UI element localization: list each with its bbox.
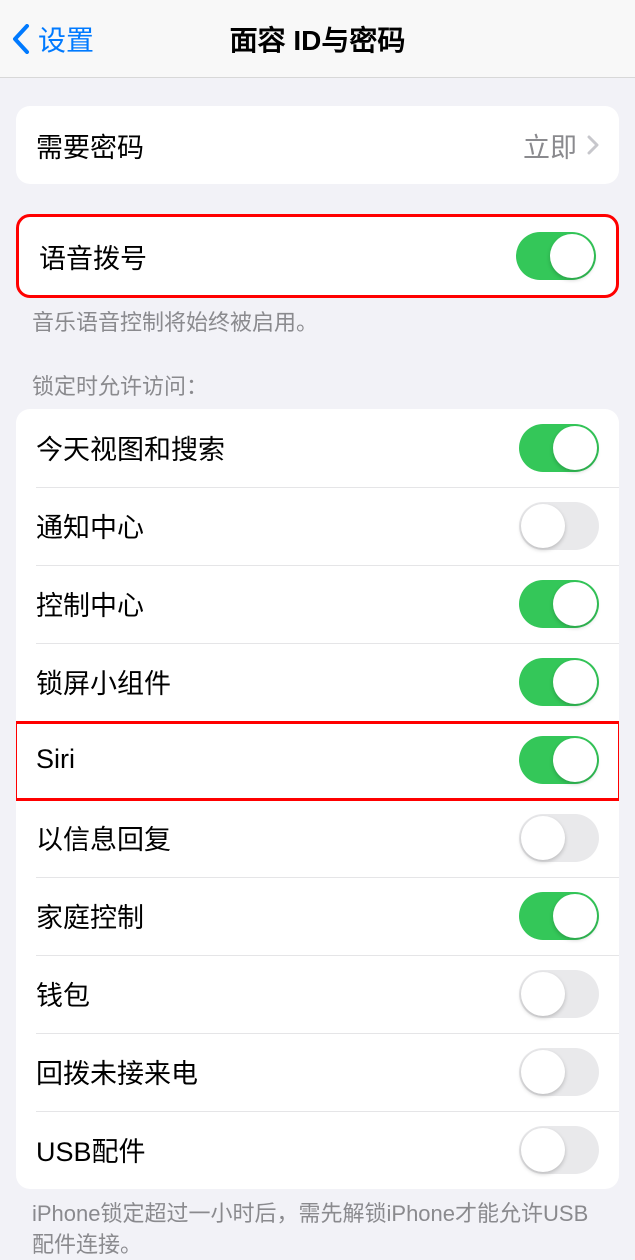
return-calls-label: 回拨未接来电 xyxy=(36,1052,519,1091)
back-button[interactable]: 设置 xyxy=(0,19,94,59)
home-control-toggle[interactable] xyxy=(519,892,599,940)
siri-row: Siri xyxy=(16,721,619,799)
return-calls-row: 回拨未接来电 xyxy=(16,1033,619,1111)
toggle-knob xyxy=(550,234,594,278)
reply-message-row: 以信息回复 xyxy=(16,799,619,877)
chevron-left-icon xyxy=(12,24,30,54)
voice-dial-label: 语音拨号 xyxy=(39,237,516,276)
require-passcode-row[interactable]: 需要密码 立即 xyxy=(16,106,619,184)
navigation-bar: 设置 面容 ID与密码 xyxy=(0,0,635,78)
siri-label: Siri xyxy=(36,744,519,775)
voice-dial-row: 语音拨号 xyxy=(19,217,616,295)
usb-accessories-row: USB配件 xyxy=(16,1111,619,1189)
today-view-label: 今天视图和搜索 xyxy=(36,428,519,467)
lock-access-header: 锁定时允许访问： xyxy=(0,369,635,409)
voice-dial-group: 语音拨号 xyxy=(16,214,619,298)
control-center-label: 控制中心 xyxy=(36,584,519,623)
back-label: 设置 xyxy=(38,19,94,59)
reply-message-label: 以信息回复 xyxy=(36,818,519,857)
lockscreen-widgets-toggle[interactable] xyxy=(519,658,599,706)
control-center-row: 控制中心 xyxy=(16,565,619,643)
wallet-row: 钱包 xyxy=(16,955,619,1033)
voice-dial-toggle[interactable] xyxy=(516,232,596,280)
usb-accessories-toggle[interactable] xyxy=(519,1126,599,1174)
usb-footer: iPhone锁定超过一小时后，需先解锁iPhone才能允许USB配件连接。 xyxy=(0,1189,635,1260)
control-center-toggle[interactable] xyxy=(519,580,599,628)
siri-toggle[interactable] xyxy=(519,736,599,784)
notification-center-label: 通知中心 xyxy=(36,506,519,545)
lockscreen-widgets-label: 锁屏小组件 xyxy=(36,662,519,701)
home-control-row: 家庭控制 xyxy=(16,877,619,955)
lock-access-group: 今天视图和搜索 通知中心 控制中心 锁屏小组件 Siri 以信息回复 家庭控制 xyxy=(16,409,619,1189)
today-view-toggle[interactable] xyxy=(519,424,599,472)
wallet-label: 钱包 xyxy=(36,974,519,1013)
require-passcode-group: 需要密码 立即 xyxy=(16,106,619,184)
notification-center-toggle[interactable] xyxy=(519,502,599,550)
home-control-label: 家庭控制 xyxy=(36,896,519,935)
require-passcode-label: 需要密码 xyxy=(36,126,523,165)
reply-message-toggle[interactable] xyxy=(519,814,599,862)
chevron-right-icon xyxy=(587,135,599,155)
today-view-row: 今天视图和搜索 xyxy=(16,409,619,487)
require-passcode-value: 立即 xyxy=(523,126,577,165)
page-title: 面容 ID与密码 xyxy=(230,19,406,59)
return-calls-toggle[interactable] xyxy=(519,1048,599,1096)
wallet-toggle[interactable] xyxy=(519,970,599,1018)
notification-center-row: 通知中心 xyxy=(16,487,619,565)
lockscreen-widgets-row: 锁屏小组件 xyxy=(16,643,619,721)
voice-dial-footer: 音乐语音控制将始终被启用。 xyxy=(0,298,635,339)
usb-accessories-label: USB配件 xyxy=(36,1130,519,1169)
